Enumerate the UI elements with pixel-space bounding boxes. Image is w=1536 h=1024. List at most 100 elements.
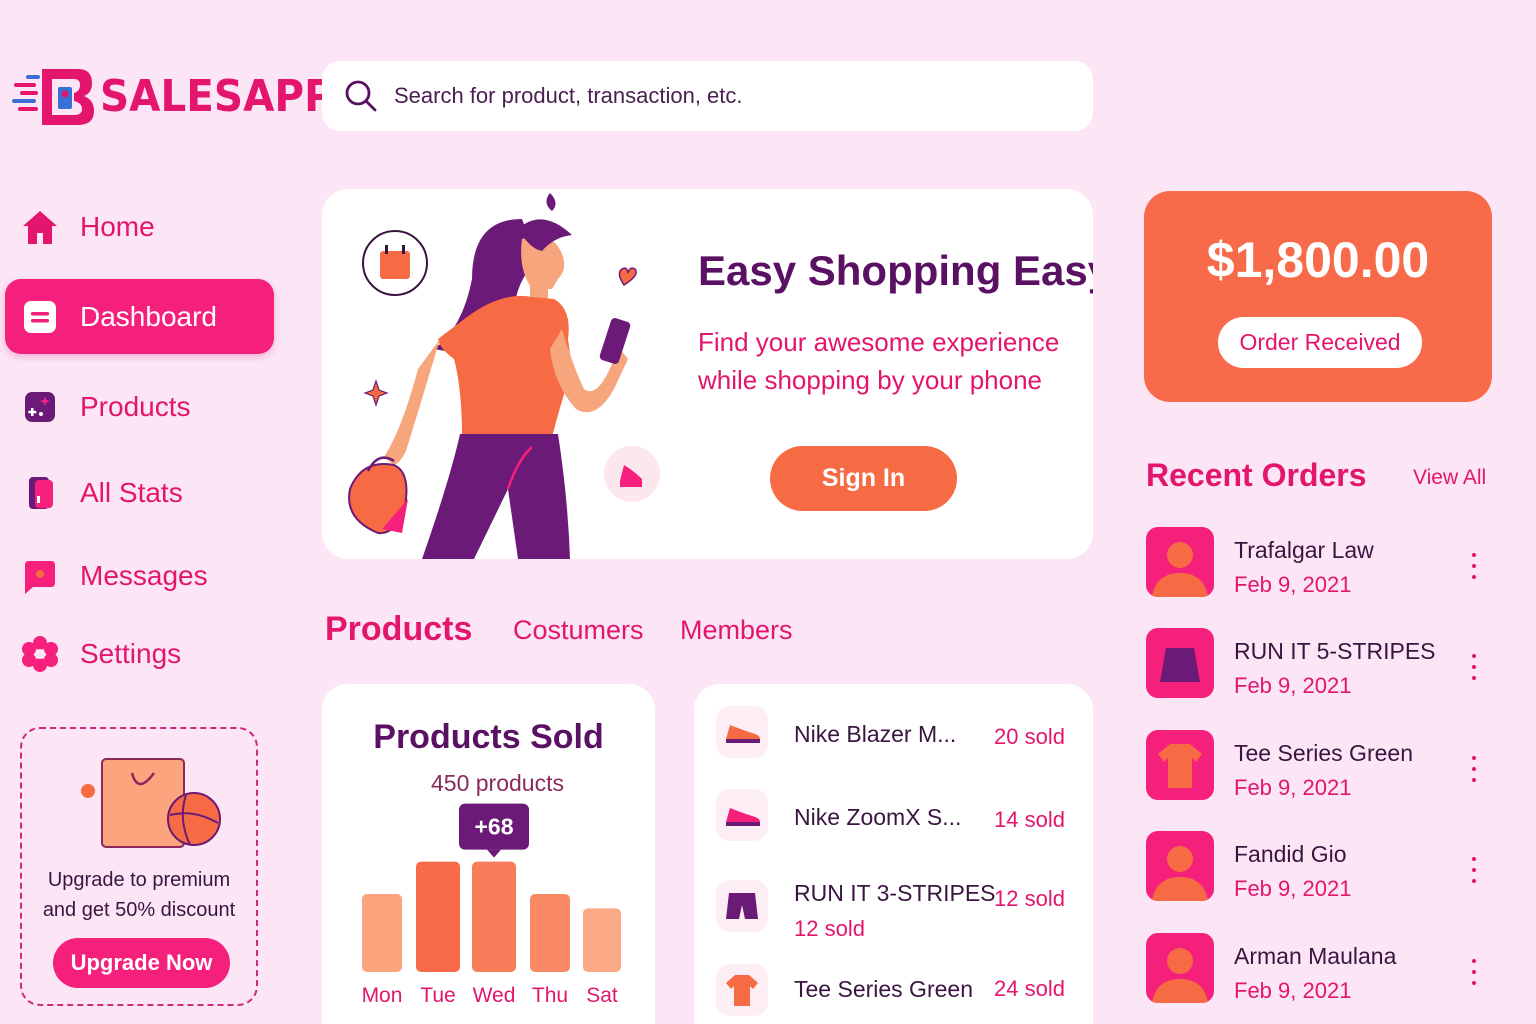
search-bar[interactable]: [322, 61, 1093, 131]
sidebar-item-label: All Stats: [80, 476, 183, 508]
app-name: SALESAPP: [100, 70, 334, 122]
tab-products[interactable]: Products: [325, 610, 472, 649]
order-name: Arman Maulana: [1234, 943, 1397, 969]
recent-order-item[interactable]: Fandid Gio Feb 9, 2021: [1146, 831, 1496, 903]
more-options-icon[interactable]: [1468, 553, 1480, 579]
search-input[interactable]: [394, 83, 1034, 109]
sidebar-item-settings[interactable]: Settings: [5, 616, 274, 691]
list-item[interactable]: Nike Blazer M... 20 sold: [694, 702, 1093, 772]
sidebar-item-messages[interactable]: Messages: [5, 538, 274, 613]
list-item[interactable]: RUN IT 3-STRIPES 12 sold 12 sold: [694, 872, 1093, 942]
recent-order-item[interactable]: Tee Series Green Feb 9, 2021: [1146, 730, 1496, 802]
tshirt-icon: [716, 964, 768, 1016]
order-revenue-card: $1,800.00 Order Received: [1144, 191, 1492, 402]
product-sold-count: 14 sold: [994, 807, 1065, 832]
tab-costumers[interactable]: Costumers: [513, 615, 644, 646]
more-options-icon[interactable]: [1468, 756, 1480, 782]
bar-thu[interactable]: [530, 894, 570, 972]
sidebar-item-all-stats[interactable]: All Stats: [5, 455, 274, 530]
sidebar-item-dashboard[interactable]: Dashboard: [5, 279, 274, 354]
highlight-label: +68: [474, 814, 513, 840]
hero-banner: Easy Shopping Easy Find your awesome exp…: [322, 189, 1093, 559]
product-sold-count: 12 sold: [994, 886, 1065, 911]
order-name: RUN IT 5-STRIPES: [1234, 638, 1436, 664]
product-name: Nike ZoomX S...: [794, 804, 962, 830]
view-all-link[interactable]: View All: [1413, 466, 1486, 490]
promo-line-2: and get 50% discount: [42, 899, 236, 921]
recent-order-item[interactable]: RUN IT 5-STRIPES Feb 9, 2021: [1146, 628, 1496, 700]
product-sold-count: 24 sold: [994, 976, 1065, 1001]
messages-icon: [21, 557, 59, 595]
product-name: Nike Blazer M...: [794, 721, 957, 747]
sidebar-item-label: Dashboard: [80, 300, 217, 332]
product-sold-count: 20 sold: [994, 724, 1065, 749]
sidebar-item-label: Settings: [80, 637, 182, 669]
recent-order-item[interactable]: Arman Maulana Feb 9, 2021: [1146, 933, 1496, 1005]
sidebar-item-label: Products: [80, 390, 191, 422]
sidebar-item-home[interactable]: Home: [5, 189, 274, 264]
sidebar-item-label: Messages: [80, 559, 208, 591]
recent-order-item[interactable]: Trafalgar Law Feb 9, 2021: [1146, 527, 1496, 599]
tab-members[interactable]: Members: [680, 615, 793, 646]
product-name: Tee Series Green: [794, 976, 973, 1002]
more-options-icon[interactable]: [1468, 654, 1480, 680]
sidebar-item-products[interactable]: Products: [5, 369, 274, 444]
x-tick-label: Sat: [586, 984, 618, 1007]
products-icon: [21, 388, 59, 426]
sidebar-item-label: Home: [80, 210, 155, 242]
user-avatar: [1146, 933, 1214, 1003]
promo-line-1: Upgrade to premium: [47, 869, 231, 891]
products-sold-card: Products Sold 450 products Mon Tue Wed +68 T…: [322, 684, 655, 1024]
order-name: Tee Series Green: [1234, 740, 1413, 766]
bar-wed[interactable]: [472, 861, 516, 972]
hero-subtitle: Find your awesome experience while shopp…: [698, 327, 1060, 395]
user-avatar: [1146, 831, 1214, 901]
order-date: Feb 9, 2021: [1234, 978, 1352, 1003]
product-list-card: Nike Blazer M... 20 sold Nike ZoomX S...…: [694, 684, 1093, 1024]
home-icon: [21, 208, 59, 246]
revenue-amount: $1,800.00: [1206, 232, 1430, 288]
user-avatar: [1146, 527, 1214, 597]
stats-icon: [21, 474, 59, 512]
shopping-bag-illustration: [81, 758, 221, 848]
sneaker-icon: [716, 789, 768, 841]
order-date: Feb 9, 2021: [1234, 673, 1352, 698]
product-name: RUN IT 3-STRIPES: [794, 880, 996, 906]
x-tick-label: Thu: [532, 984, 568, 1007]
products-sold-bar-chart: Mon Tue Wed +68 Thu Sat: [362, 803, 621, 1007]
sign-in-button[interactable]: Sign In: [770, 446, 957, 511]
shorts-icon: [716, 880, 768, 932]
order-name: Trafalgar Law: [1234, 537, 1374, 563]
x-tick-label: Wed: [473, 984, 516, 1007]
dashboard-icon: [21, 298, 59, 336]
search-icon[interactable]: [344, 79, 378, 113]
order-date: Feb 9, 2021: [1234, 876, 1352, 901]
settings-icon: [21, 635, 59, 673]
sneaker-icon: [716, 706, 768, 758]
recent-orders-title: Recent Orders: [1146, 457, 1367, 493]
order-date: Feb 9, 2021: [1234, 572, 1352, 597]
bar-mon[interactable]: [362, 894, 402, 972]
list-item[interactable]: Nike ZoomX S... 14 sold: [694, 785, 1093, 855]
app-logo[interactable]: SALESAPP: [12, 58, 334, 134]
shopping-woman-illustration: [348, 193, 660, 559]
highlight-tooltip: +68: [459, 803, 529, 858]
more-options-icon[interactable]: [1468, 959, 1480, 985]
shorts-icon: [1146, 628, 1214, 698]
premium-promo-card: Upgrade to premium and get 50% discount …: [20, 727, 258, 1006]
upgrade-now-button[interactable]: Upgrade Now: [53, 938, 230, 988]
order-received-button[interactable]: Order Received: [1218, 317, 1422, 368]
x-tick-label: Tue: [420, 984, 455, 1007]
tshirt-icon: [1146, 730, 1214, 800]
promo-text: Upgrade to premium and get 50% discount: [22, 865, 256, 925]
product-sub-count: 12 sold: [794, 916, 865, 941]
order-name: Fandid Gio: [1234, 841, 1347, 867]
x-tick-label: Mon: [362, 984, 403, 1007]
order-date: Feb 9, 2021: [1234, 775, 1352, 800]
more-options-icon[interactable]: [1468, 857, 1480, 883]
hero-title: Easy Shopping Easy: [698, 247, 1093, 294]
bar-tue[interactable]: [416, 861, 460, 972]
logo-icon: [12, 61, 98, 131]
bar-sat[interactable]: [583, 908, 621, 972]
list-item[interactable]: Tee Series Green 24 sold: [694, 960, 1093, 1024]
